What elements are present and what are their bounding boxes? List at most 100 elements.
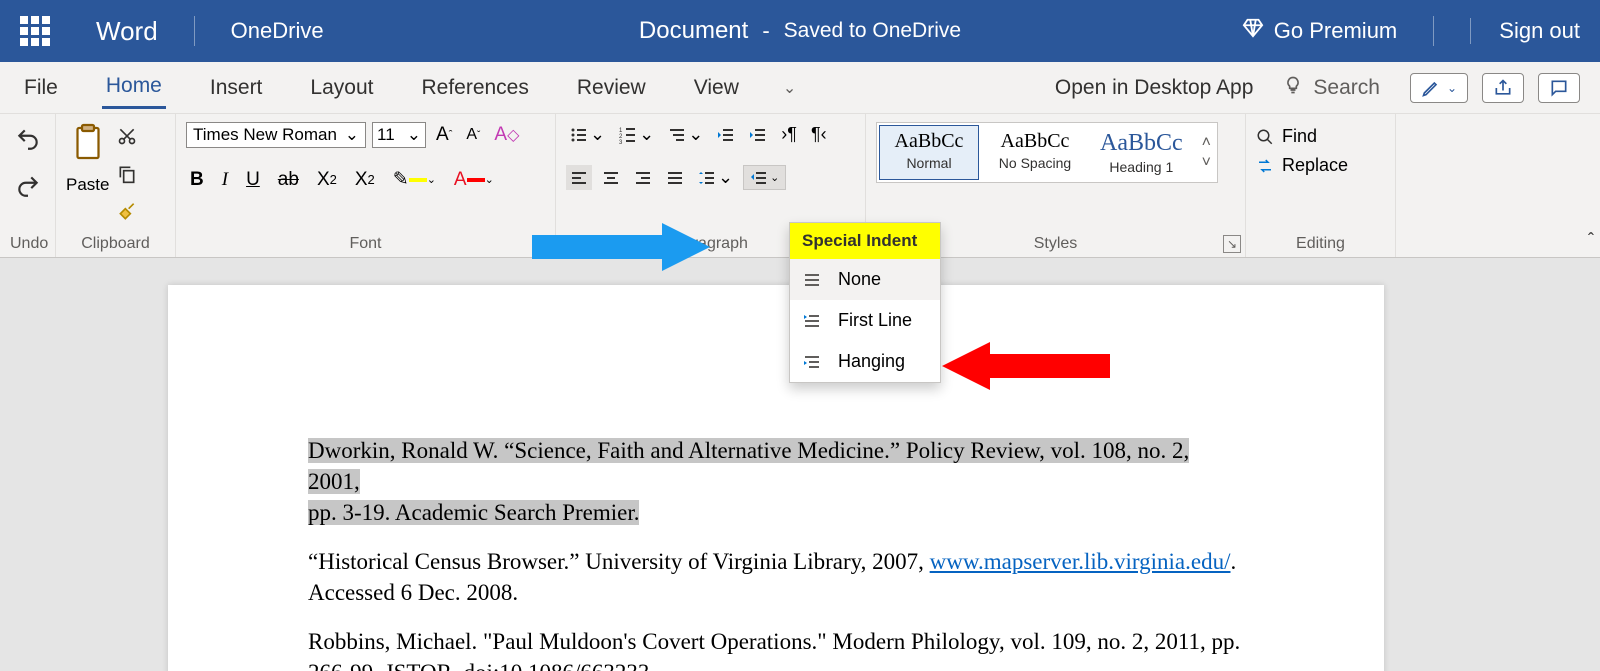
styles-dialog-launcher[interactable]: ↘ <box>1223 235 1241 253</box>
special-indent-button[interactable]: ⌄ <box>743 165 786 190</box>
editing-group-label: Editing <box>1256 231 1385 253</box>
indent-first-line-item[interactable]: First Line <box>790 300 940 341</box>
bullets-icon <box>570 126 588 144</box>
underline-button[interactable]: U <box>242 167 264 193</box>
style-gallery-more[interactable]: ˄˅ <box>1198 125 1215 180</box>
rtl-button[interactable]: ¶‹ <box>807 122 831 147</box>
comment-icon <box>1549 78 1569 98</box>
bold-button[interactable]: B <box>186 167 208 193</box>
multilevel-button[interactable]: ⌄ <box>664 122 707 147</box>
font-size-value: 11 <box>377 125 395 145</box>
bullets-button[interactable]: ⌄ <box>566 122 609 147</box>
format-painter-button[interactable] <box>117 202 137 228</box>
justify-icon <box>666 169 684 187</box>
sign-out-button[interactable]: Sign out <box>1470 18 1580 44</box>
blue-arrow-annotation <box>530 219 710 275</box>
indent-hanging-label: Hanging <box>838 351 905 372</box>
style-heading-1[interactable]: AaBbCc Heading 1 <box>1091 125 1192 180</box>
paintbrush-icon <box>117 202 137 222</box>
grow-font-button[interactable]: Aˆ <box>432 122 456 148</box>
citation-2-text-a: “Historical Census Browser.” University … <box>308 549 930 574</box>
highlighter-icon: ✎ <box>393 168 409 191</box>
font-name-select[interactable]: Times New Roman ⌄ <box>186 122 366 148</box>
align-left-button[interactable] <box>566 165 592 190</box>
dash-separator: - <box>762 18 769 44</box>
search-box[interactable]: Search <box>1283 75 1380 101</box>
citation-1[interactable]: Dworkin, Ronald W. “Science, Faith and A… <box>308 435 1242 528</box>
justify-button[interactable] <box>662 165 688 190</box>
go-premium-button[interactable]: Go Premium <box>1242 17 1397 45</box>
increase-indent-button[interactable] <box>745 124 771 146</box>
svg-text:3: 3 <box>619 140 623 144</box>
style-sample: AaBbCc <box>1100 130 1183 157</box>
cut-button[interactable] <box>117 126 137 152</box>
style-no-spacing[interactable]: AaBbCc No Spacing <box>985 125 1085 180</box>
tab-insert[interactable]: Insert <box>206 68 267 108</box>
app-launcher-icon[interactable] <box>20 16 50 46</box>
copy-icon <box>117 164 137 184</box>
highlight-button[interactable]: ✎⌄ <box>389 166 440 193</box>
undo-button[interactable] <box>15 126 41 159</box>
page[interactable]: Dworkin, Ronald W. “Science, Faith and A… <box>168 285 1384 671</box>
tab-references[interactable]: References <box>417 68 532 108</box>
style-normal[interactable]: AaBbCc Normal <box>879 125 979 180</box>
tab-review[interactable]: Review <box>573 68 650 108</box>
clear-formatting-button[interactable]: A◇ <box>490 122 523 148</box>
decrease-indent-button[interactable] <box>713 124 739 146</box>
tab-view[interactable]: View <box>690 68 743 108</box>
replace-button[interactable]: Replace <box>1256 155 1348 176</box>
style-gallery: AaBbCc Normal AaBbCc No Spacing AaBbCc H… <box>876 122 1218 183</box>
special-indent-title: Special Indent <box>790 223 940 259</box>
more-tabs-chevron-icon[interactable]: ⌄ <box>783 78 796 98</box>
font-size-select[interactable]: 11 ⌄ <box>372 122 426 148</box>
line-spacing-button[interactable]: ⌄ <box>694 165 737 190</box>
scissors-icon <box>117 126 137 146</box>
lightbulb-icon <box>1283 75 1303 101</box>
line-spacing-icon <box>698 169 716 187</box>
open-in-desktop-button[interactable]: Open in Desktop App <box>1055 76 1253 100</box>
editing-group: Find Replace Editing <box>1246 114 1396 257</box>
title-bar: Word OneDrive Document - Saved to OneDri… <box>0 0 1600 62</box>
comments-button[interactable] <box>1538 73 1580 103</box>
paste-button[interactable]: Paste <box>66 122 109 195</box>
chevron-down-icon: ⌄ <box>485 173 494 186</box>
indent-none-item[interactable]: None <box>790 259 940 300</box>
tab-home[interactable]: Home <box>102 66 166 109</box>
clipboard-group: Paste Clipboard <box>56 114 176 257</box>
share-button[interactable] <box>1482 73 1524 103</box>
shrink-font-button[interactable]: Aˇ <box>462 124 484 146</box>
font-color-button[interactable]: A⌄ <box>450 167 498 193</box>
document-name[interactable]: Document <box>639 17 748 45</box>
style-name: Normal <box>888 155 970 171</box>
ribbon-tabs: File Home Insert Layout References Revie… <box>0 62 1600 114</box>
chevron-down-icon: ⌄ <box>345 125 359 145</box>
indent-none-icon <box>802 271 822 289</box>
citation-2[interactable]: “Historical Census Browser.” University … <box>308 546 1242 608</box>
strikethrough-button[interactable]: ab <box>274 167 303 193</box>
search-icon <box>1256 128 1274 146</box>
style-name: Heading 1 <box>1100 159 1183 175</box>
numbering-button[interactable]: 123⌄ <box>615 122 658 147</box>
location-label[interactable]: OneDrive <box>231 18 324 44</box>
indent-hanging-item[interactable]: Hanging <box>790 341 940 382</box>
indent-none-label: None <box>838 269 881 290</box>
italic-button[interactable]: I <box>218 167 232 193</box>
copy-button[interactable] <box>117 164 137 190</box>
subscript-button[interactable]: X2 <box>313 167 341 193</box>
align-right-button[interactable] <box>630 165 656 190</box>
align-center-button[interactable] <box>598 165 624 190</box>
clipboard-group-label: Clipboard <box>66 231 165 253</box>
redo-button[interactable] <box>15 173 41 206</box>
citation-3[interactable]: Robbins, Michael. "Paul Muldoon's Covert… <box>308 626 1242 671</box>
font-name-value: Times New Roman <box>193 125 337 145</box>
ltr-button[interactable]: ›¶ <box>777 122 801 147</box>
search-placeholder: Search <box>1313 76 1380 100</box>
superscript-button[interactable]: X2 <box>351 167 379 193</box>
tab-file[interactable]: File <box>20 68 62 108</box>
collapse-ribbon-button[interactable]: ˆ <box>1588 230 1594 251</box>
chevron-down-icon: ⌄ <box>407 125 421 145</box>
citation-2-link[interactable]: www.mapserver.lib.virginia.edu/ <box>930 549 1231 574</box>
tab-layout[interactable]: Layout <box>306 68 377 108</box>
editing-mode-button[interactable]: ⌄ <box>1410 73 1468 103</box>
find-button[interactable]: Find <box>1256 126 1317 147</box>
